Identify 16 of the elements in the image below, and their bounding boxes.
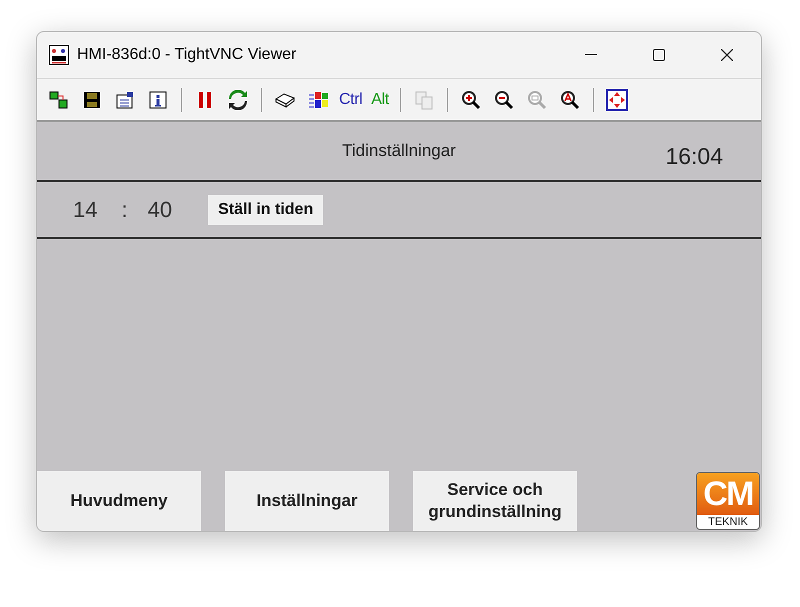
hours-value: 14 [73,196,98,224]
ctrl-key-button[interactable]: Ctrl [337,86,364,114]
clock: 16:04 [665,142,723,171]
nav-button[interactable]: Inställningar [225,471,389,531]
minimize-icon [585,54,597,56]
close-icon [721,49,733,61]
window-title: HMI-836d:0 - TightVNC Viewer [77,45,296,65]
logo-subtext: TEKNIK [707,515,749,529]
maximize-icon [653,49,665,61]
set-time-button[interactable]: Ställ in tiden [208,194,324,224]
screen-title: Tidinställningar [342,140,456,162]
nav-button[interactable]: Huvudmeny [37,471,201,531]
nav-button[interactable]: Service och grundinställning [413,471,577,531]
time-separator: : [121,196,128,224]
logo-text: CM [697,473,759,515]
minutes-value: 40 [148,196,172,224]
